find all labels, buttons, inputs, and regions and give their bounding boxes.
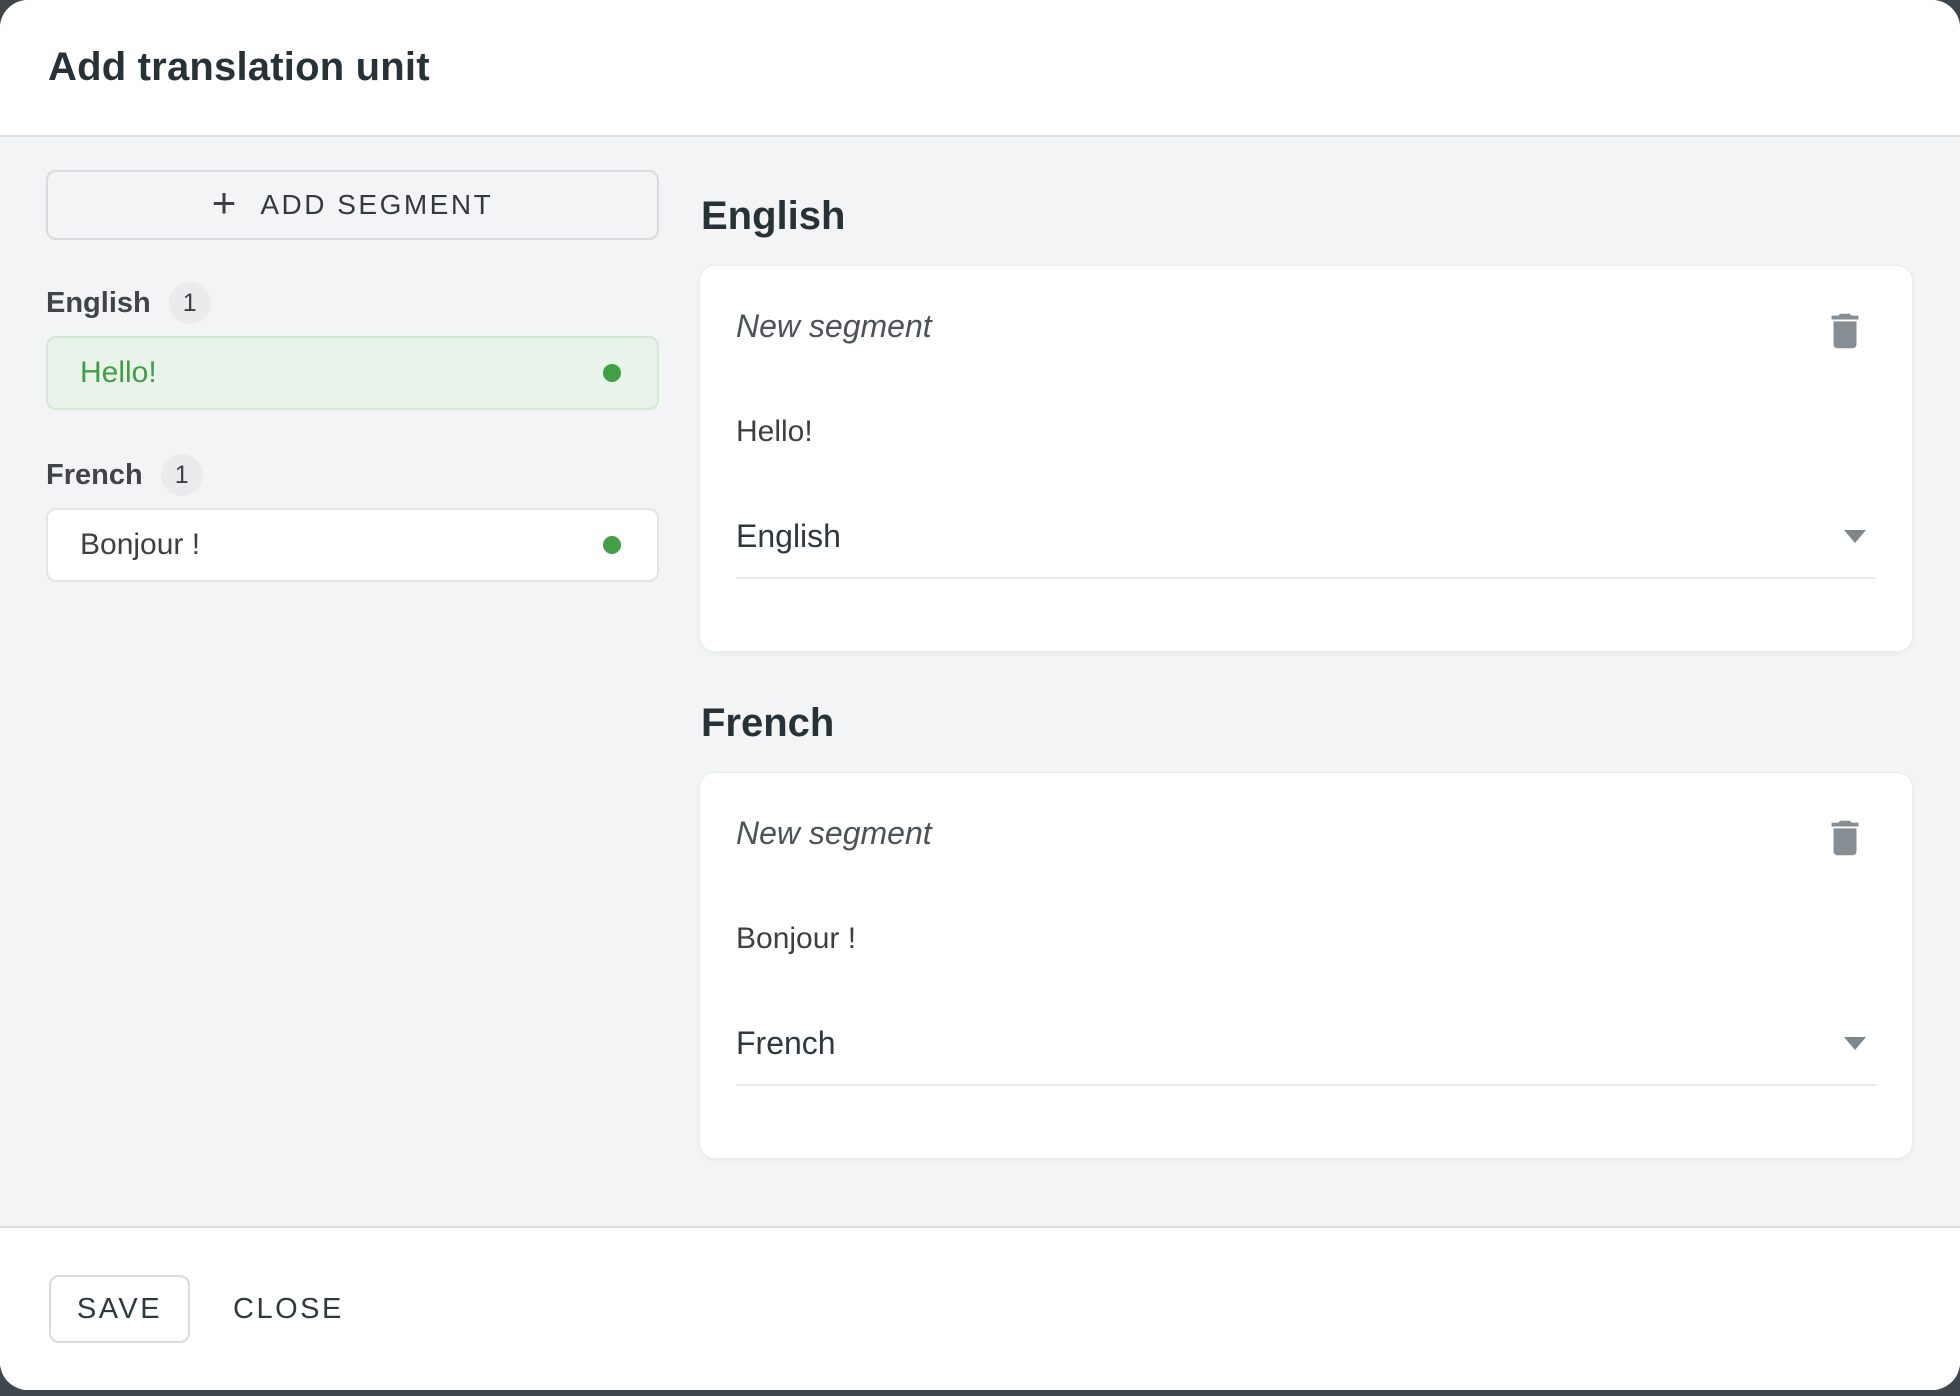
segment-chip-text: Bonjour ! — [80, 528, 200, 562]
trash-icon — [1822, 308, 1868, 354]
language-select-value: English — [736, 518, 841, 554]
segment-card-english: New segment Hello! English — [699, 265, 1913, 652]
delete-segment-button[interactable] — [1822, 815, 1868, 861]
segment-chip-french[interactable]: Bonjour ! — [46, 508, 659, 582]
segments-sidebar: + ADD SEGMENT English 1 Hello! French 1 … — [46, 170, 659, 1226]
language-select[interactable]: English — [736, 518, 1876, 579]
segment-editor: English New segment Hello! English Frenc… — [699, 170, 1913, 1226]
card-top-row: New segment — [736, 306, 1876, 354]
segment-count-badge: 1 — [161, 454, 203, 496]
language-select-value: French — [736, 1025, 836, 1061]
segment-chip-text: Hello! — [80, 356, 157, 390]
language-group-label: English — [46, 287, 151, 320]
segment-text-input[interactable]: Bonjour ! — [736, 919, 1876, 959]
chevron-down-icon — [1844, 530, 1866, 543]
language-group-header-english: English 1 — [46, 282, 659, 324]
language-group-label: French — [46, 459, 143, 492]
dialog-title: Add translation unit — [48, 45, 430, 90]
card-top-row: New segment — [736, 813, 1876, 861]
chevron-down-icon — [1844, 1037, 1866, 1050]
delete-segment-button[interactable] — [1822, 308, 1868, 354]
trash-icon — [1822, 815, 1868, 861]
dialog-footer: SAVE CLOSE — [0, 1226, 1960, 1390]
section-heading-english: English — [701, 193, 1913, 239]
segment-chip-english[interactable]: Hello! — [46, 336, 659, 410]
new-segment-label: New segment — [736, 813, 932, 853]
segment-count-badge: 1 — [169, 282, 211, 324]
section-heading-french: French — [701, 700, 1913, 746]
language-select[interactable]: French — [736, 1025, 1876, 1086]
language-group-header-french: French 1 — [46, 454, 659, 496]
plus-icon: + — [212, 182, 237, 224]
add-segment-button[interactable]: + ADD SEGMENT — [46, 170, 659, 240]
dialog-header: Add translation unit — [0, 0, 1960, 137]
new-segment-label: New segment — [736, 306, 932, 346]
dialog-body: + ADD SEGMENT English 1 Hello! French 1 … — [0, 137, 1960, 1226]
status-dot-icon — [603, 536, 621, 554]
close-button[interactable]: CLOSE — [225, 1275, 352, 1343]
add-segment-label: ADD SEGMENT — [260, 189, 493, 221]
save-button[interactable]: SAVE — [49, 1275, 190, 1343]
add-translation-unit-dialog: Add translation unit + ADD SEGMENT Engli… — [0, 0, 1960, 1390]
segment-text-input[interactable]: Hello! — [736, 412, 1876, 452]
segment-card-french: New segment Bonjour ! French — [699, 772, 1913, 1159]
status-dot-icon — [603, 364, 621, 382]
